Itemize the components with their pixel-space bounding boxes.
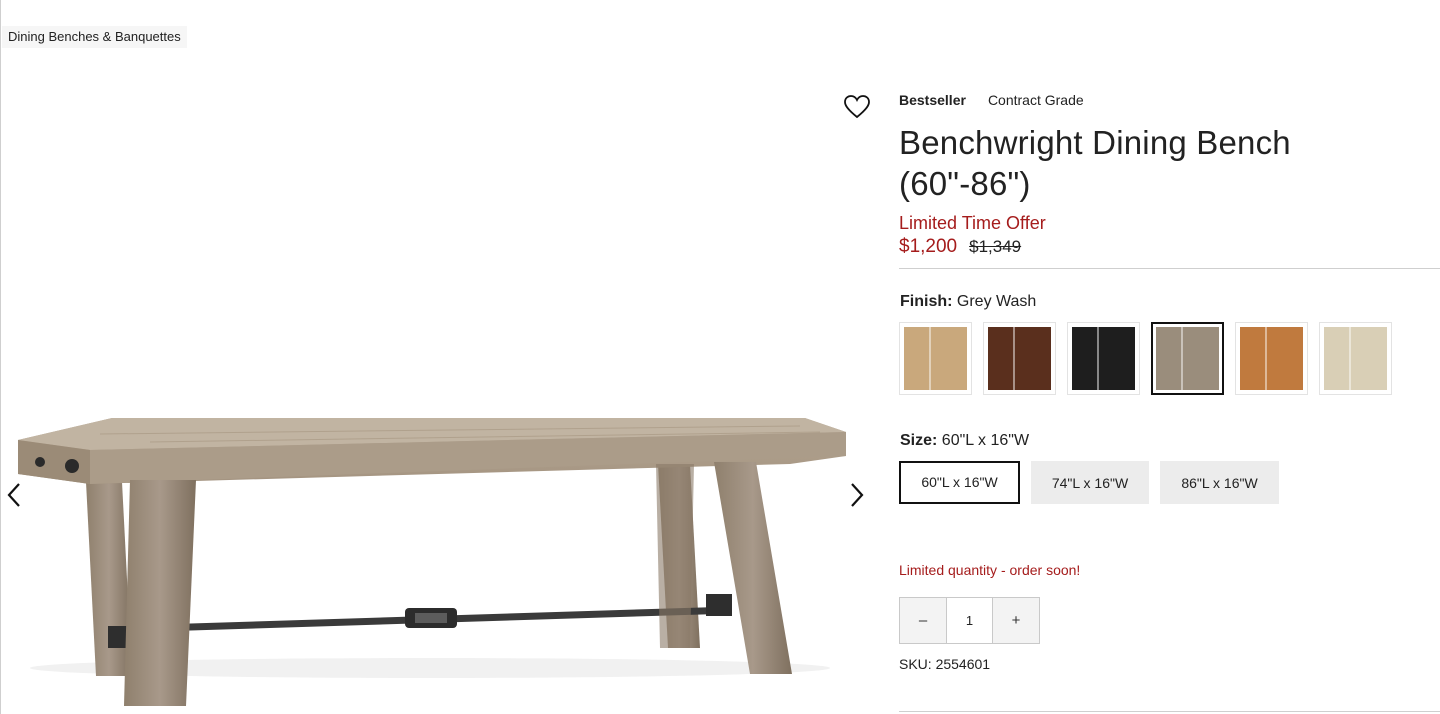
swatch-chip <box>988 327 1051 390</box>
finish-swatch-alabaster-white[interactable] <box>1319 322 1392 395</box>
quantity-stepper: – + <box>899 597 1040 644</box>
swatch-chip <box>1072 327 1135 390</box>
original-price: $1,349 <box>969 237 1022 256</box>
divider <box>899 268 1440 269</box>
divider <box>899 711 1440 712</box>
quantity-increase-button[interactable]: + <box>993 598 1039 643</box>
contract-grade-badge: Contract Grade <box>987 92 1084 108</box>
finish-swatch-blackened-oak[interactable] <box>1067 322 1140 395</box>
finish-swatch-seadrift[interactable] <box>899 322 972 395</box>
size-option-86[interactable]: 86"L x 16"W <box>1160 461 1279 504</box>
gallery-prev-arrow[interactable] <box>2 480 26 510</box>
breadcrumb[interactable]: Dining Benches & Banquettes <box>2 26 187 48</box>
finish-swatch-grey-wash[interactable] <box>1151 322 1224 395</box>
product-image <box>18 418 846 706</box>
sku-label: SKU: 2554601 <box>899 656 991 672</box>
finish-swatches <box>899 322 1392 395</box>
swatch-chip <box>1324 327 1387 390</box>
quantity-decrease-button[interactable]: – <box>900 598 946 643</box>
finish-label: Finish: Grey Wash <box>900 293 1036 311</box>
quantity-input[interactable] <box>946 598 993 643</box>
gallery-next-arrow[interactable] <box>845 480 869 510</box>
product-title: Benchwright Dining Bench (60"-86") <box>899 122 1440 204</box>
heart-icon <box>844 95 870 119</box>
product-badges: Bestseller Contract Grade <box>899 88 1440 112</box>
size-option-74[interactable]: 74"L x 16"W <box>1031 461 1149 504</box>
swatch-chip <box>904 327 967 390</box>
product-info: Bestseller Contract Grade Benchwright Di… <box>899 88 1440 712</box>
finish-swatch-rustic-mahogany[interactable] <box>983 322 1056 395</box>
favorite-button[interactable] <box>843 94 871 120</box>
size-label-key: Size: <box>900 432 938 449</box>
size-options: 60"L x 16"W 74"L x 16"W 86"L x 16"W <box>899 461 1279 504</box>
product-image-gallery <box>0 60 880 714</box>
finish-label-key: Finish: <box>900 293 953 310</box>
size-option-60[interactable]: 60"L x 16"W <box>899 461 1020 504</box>
finish-selected-value: Grey Wash <box>956 293 1037 310</box>
chevron-left-icon <box>7 483 20 507</box>
swatch-chip <box>1240 327 1303 390</box>
price-block: $1,200 $1,349 <box>899 236 1440 258</box>
size-label: Size: 60"L x 16"W <box>900 432 1029 450</box>
sale-price: $1,200 <box>899 236 958 257</box>
finish-swatch-amber[interactable] <box>1235 322 1308 395</box>
chevron-right-icon <box>851 483 864 507</box>
swatch-chip <box>1156 327 1219 390</box>
bestseller-badge: Bestseller <box>899 92 966 108</box>
offer-label: Limited Time Offer <box>899 213 1046 233</box>
size-selected-value: 60"L x 16"W <box>941 432 1030 449</box>
product-title-line-2: (60"-86") <box>899 165 1031 202</box>
stock-message: Limited quantity - order soon! <box>899 562 1081 578</box>
product-title-line-1: Benchwright Dining Bench <box>899 124 1291 161</box>
